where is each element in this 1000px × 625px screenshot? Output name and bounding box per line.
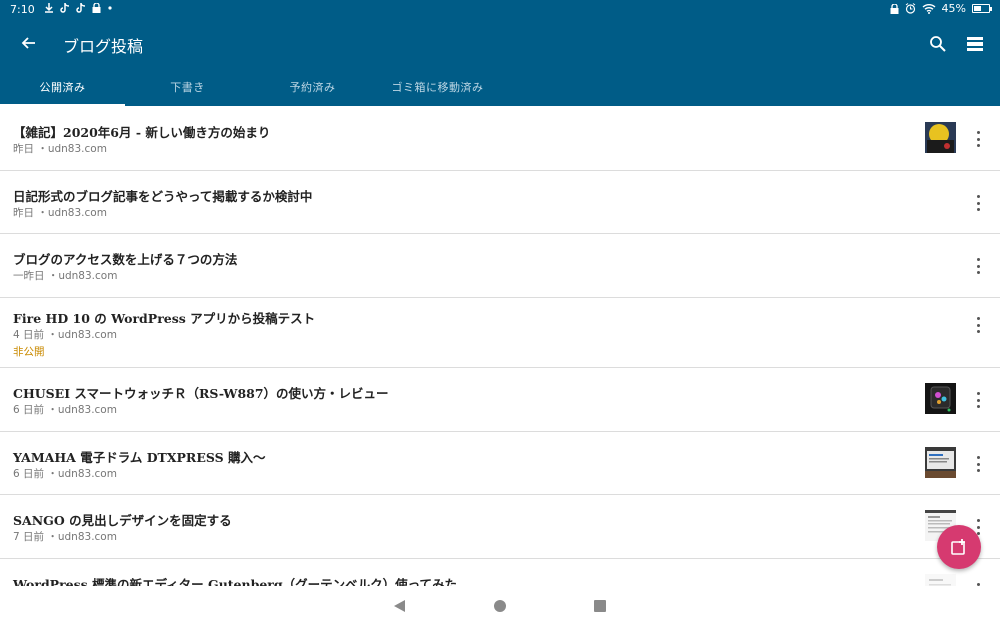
list-item[interactable]: YAMAHA 電子ドラム DTXPRESS 購入〜 6 日前 ・udn83.co… bbox=[0, 432, 1000, 495]
more-options-button[interactable] bbox=[970, 193, 986, 213]
search-button[interactable] bbox=[926, 32, 950, 56]
post-meta: 7 日前 ・udn83.com bbox=[13, 531, 117, 543]
status-bar: 7:10 45% bbox=[0, 0, 1000, 20]
app-bar: ブログ投稿 bbox=[0, 20, 1000, 68]
notification-icons bbox=[44, 3, 113, 13]
alarm-icon bbox=[905, 3, 915, 14]
list-item[interactable]: WordPress 標準の新エディター Gutenberg（グーテンベルク）使っ… bbox=[0, 559, 1000, 586]
status-time: 7:10 bbox=[10, 3, 35, 16]
tab-trashed[interactable]: ゴミ箱に移動済み bbox=[375, 68, 500, 106]
post-meta: 6 日前 ・udn83.com bbox=[13, 468, 117, 480]
post-thumbnail bbox=[925, 574, 956, 586]
more-options-button[interactable] bbox=[970, 129, 986, 149]
wifi-icon bbox=[922, 4, 936, 14]
view-toggle-icon bbox=[967, 37, 983, 51]
post-list: 【雑記】2020年6月 - 新しい働き方の始まり 昨日 ・udn83.com 日… bbox=[0, 106, 1000, 586]
page-title: ブログ投稿 bbox=[63, 37, 144, 56]
list-item[interactable]: 【雑記】2020年6月 - 新しい働き方の始まり 昨日 ・udn83.com bbox=[0, 106, 1000, 171]
nav-back-icon[interactable] bbox=[394, 600, 405, 612]
post-meta: 昨日 ・udn83.com bbox=[13, 143, 107, 155]
post-title: YAMAHA 電子ドラム DTXPRESS 購入〜 bbox=[13, 450, 266, 465]
post-visibility-status: 非公開 bbox=[13, 346, 45, 358]
post-title: ブログのアクセス数を上げる７つの方法 bbox=[13, 252, 238, 267]
list-item[interactable]: CHUSEI スマートウォッチＲ（RS-W887）の使い方・レビュー 6 日前 … bbox=[0, 368, 1000, 432]
post-title: Fire HD 10 の WordPress アプリから投稿テスト bbox=[13, 311, 316, 326]
battery-fill bbox=[974, 6, 982, 11]
post-thumbnail bbox=[925, 383, 956, 414]
more-options-button[interactable] bbox=[970, 581, 986, 586]
list-item[interactable]: SANGO の見出しデザインを固定する 7 日前 ・udn83.com bbox=[0, 495, 1000, 559]
system-icons: 45% bbox=[890, 2, 992, 15]
post-thumbnail bbox=[925, 122, 956, 153]
more-options-button[interactable] bbox=[970, 390, 986, 410]
lock-icon bbox=[890, 3, 899, 14]
dot-icon bbox=[108, 6, 112, 10]
search-icon bbox=[930, 36, 946, 52]
post-title: 【雑記】2020年6月 - 新しい働き方の始まり bbox=[13, 125, 271, 140]
list-item[interactable]: ブログのアクセス数を上げる７つの方法 一昨日 ・udn83.com bbox=[0, 234, 1000, 298]
post-title: SANGO の見出しデザインを固定する bbox=[13, 513, 232, 528]
back-button[interactable] bbox=[16, 30, 42, 56]
view-toggle-button[interactable] bbox=[963, 32, 987, 56]
download-icon bbox=[45, 3, 53, 13]
post-title: CHUSEI スマートウォッチＲ（RS-W887）の使い方・レビュー bbox=[13, 386, 389, 401]
tiktok-icon bbox=[60, 3, 70, 13]
post-status-tabs: 公開済み 下書き 予約済み ゴミ箱に移動済み bbox=[0, 68, 1000, 106]
more-options-button[interactable] bbox=[970, 454, 986, 474]
post-title: 日記形式のブログ記事をどうやって掲載するか検討中 bbox=[13, 189, 313, 204]
battery-icon bbox=[972, 4, 992, 13]
list-item[interactable]: Fire HD 10 の WordPress アプリから投稿テスト 4 日前 ・… bbox=[0, 298, 1000, 368]
nav-home-icon[interactable] bbox=[494, 600, 506, 612]
post-meta: 6 日前 ・udn83.com bbox=[13, 404, 117, 416]
battery-percent: 45% bbox=[941, 2, 966, 15]
more-options-button[interactable] bbox=[970, 315, 986, 335]
post-meta: 4 日前 ・udn83.com bbox=[13, 329, 117, 341]
list-item[interactable]: 日記形式のブログ記事をどうやって掲載するか検討中 昨日 ・udn83.com bbox=[0, 171, 1000, 234]
post-thumbnail bbox=[925, 447, 956, 478]
new-post-button[interactable] bbox=[937, 525, 981, 569]
post-meta: 一昨日 ・udn83.com bbox=[13, 270, 118, 282]
lock-icon bbox=[92, 3, 101, 13]
nav-recents-icon[interactable] bbox=[594, 600, 606, 612]
arrow-left-icon bbox=[21, 37, 35, 49]
post-meta: 昨日 ・udn83.com bbox=[13, 207, 107, 219]
tab-published[interactable]: 公開済み bbox=[0, 68, 125, 106]
post-title: WordPress 標準の新エディター Gutenberg（グーテンベルク）使っ… bbox=[13, 577, 457, 586]
new-post-icon bbox=[951, 539, 965, 555]
system-nav-bar bbox=[0, 588, 1000, 625]
more-options-button[interactable] bbox=[970, 256, 986, 276]
tab-drafts[interactable]: 下書き bbox=[125, 68, 250, 106]
tiktok-icon bbox=[76, 3, 86, 13]
tab-scheduled[interactable]: 予約済み bbox=[250, 68, 375, 106]
